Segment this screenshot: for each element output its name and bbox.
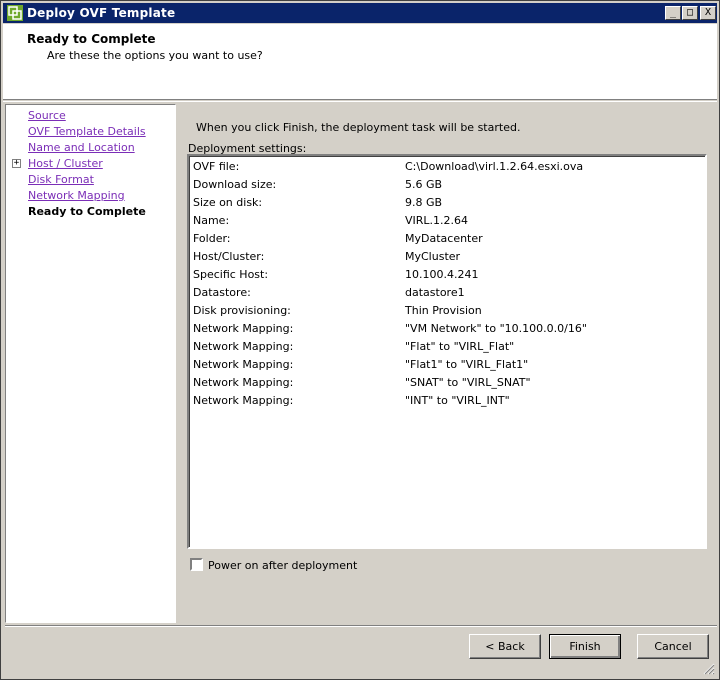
settings-row: Disk provisioning: Thin Provision bbox=[193, 302, 703, 320]
settings-value: VIRL.1.2.64 bbox=[405, 214, 469, 227]
settings-row: Network Mapping: "Flat" to "VIRL_Flat" bbox=[193, 338, 703, 356]
window-title: Deploy OVF Template bbox=[27, 6, 176, 20]
settings-value: Thin Provision bbox=[405, 304, 482, 317]
settings-value: datastore1 bbox=[405, 286, 465, 299]
wizard-steps-nav: Source OVF Template Details Name and Loc… bbox=[5, 104, 176, 623]
settings-value: "VM Network" to "10.100.0.0/16" bbox=[405, 322, 587, 335]
settings-key: Network Mapping: bbox=[193, 340, 294, 353]
nav-step-source[interactable]: Source bbox=[28, 109, 66, 122]
settings-row: Host/Cluster: MyCluster bbox=[193, 248, 703, 266]
settings-value: C:\Download\virl.1.2.64.esxi.ova bbox=[405, 160, 584, 173]
deployment-settings-list[interactable]: OVF file: C:\Download\virl.1.2.64.esxi.ov… bbox=[187, 154, 707, 549]
vsphere-client-icon bbox=[7, 5, 23, 21]
finish-button[interactable]: Finish bbox=[549, 634, 621, 659]
page-subtitle: Are these the options you want to use? bbox=[47, 49, 263, 62]
power-on-checkbox[interactable] bbox=[190, 558, 203, 571]
close-icon: X bbox=[704, 7, 712, 18]
page-title: Ready to Complete bbox=[27, 32, 156, 46]
title-bar[interactable]: Deploy OVF Template _ □ X bbox=[3, 3, 717, 23]
settings-row: Folder: MyDatacenter bbox=[193, 230, 703, 248]
deploy-ovf-window: Deploy OVF Template _ □ X Ready to Compl… bbox=[0, 0, 720, 680]
settings-key: Specific Host: bbox=[193, 268, 269, 281]
settings-key: Size on disk: bbox=[193, 196, 263, 209]
settings-key: Network Mapping: bbox=[193, 394, 294, 407]
minimize-button[interactable]: _ bbox=[665, 6, 681, 20]
maximize-icon: □ bbox=[686, 7, 694, 18]
settings-row: OVF file: C:\Download\virl.1.2.64.esxi.ov… bbox=[193, 158, 703, 176]
settings-value: MyCluster bbox=[405, 250, 461, 263]
resize-grip-icon[interactable] bbox=[703, 663, 715, 675]
settings-row: Network Mapping: "VM Network" to "10.100.… bbox=[193, 320, 703, 338]
settings-value: "Flat" to "VIRL_Flat" bbox=[405, 340, 515, 353]
nav-step-name-and-location[interactable]: Name and Location bbox=[28, 141, 135, 154]
settings-value: "SNAT" to "VIRL_SNAT" bbox=[405, 376, 531, 389]
settings-key: Network Mapping: bbox=[193, 376, 294, 389]
settings-row: Network Mapping: "INT" to "VIRL_INT" bbox=[193, 392, 703, 410]
settings-value: 9.8 GB bbox=[405, 196, 443, 209]
settings-value: MyDatacenter bbox=[405, 232, 483, 245]
settings-row: Network Mapping: "Flat1" to "VIRL_Flat1" bbox=[193, 356, 703, 374]
settings-row: Network Mapping: "SNAT" to "VIRL_SNAT" bbox=[193, 374, 703, 392]
minimize-icon: _ bbox=[669, 7, 677, 18]
nav-step-network-mapping[interactable]: Network Mapping bbox=[28, 189, 125, 202]
close-button[interactable]: X bbox=[700, 6, 716, 20]
cancel-button[interactable]: Cancel bbox=[637, 634, 709, 659]
intro-text: When you click Finish, the deployment ta… bbox=[196, 121, 521, 134]
settings-key: Network Mapping: bbox=[193, 322, 294, 335]
nav-step-host-cluster[interactable]: Host / Cluster bbox=[28, 157, 103, 170]
nav-step-disk-format[interactable]: Disk Format bbox=[28, 173, 94, 186]
nav-step-ready-to-complete: Ready to Complete bbox=[28, 205, 146, 218]
settings-key: Disk provisioning: bbox=[193, 304, 291, 317]
settings-key: Download size: bbox=[193, 178, 277, 191]
maximize-button[interactable]: □ bbox=[682, 6, 698, 20]
nav-step-ovf-template-details[interactable]: OVF Template Details bbox=[28, 125, 146, 138]
settings-key: Host/Cluster: bbox=[193, 250, 265, 263]
settings-row: Name: VIRL.1.2.64 bbox=[193, 212, 703, 230]
settings-row: Download size: 5.6 GB bbox=[193, 176, 703, 194]
settings-value: 5.6 GB bbox=[405, 178, 443, 191]
settings-row: Specific Host: 10.100.4.241 bbox=[193, 266, 703, 284]
settings-key: Datastore: bbox=[193, 286, 251, 299]
settings-key: OVF file: bbox=[193, 160, 240, 173]
settings-value: "Flat1" to "VIRL_Flat1" bbox=[405, 358, 529, 371]
settings-row: Size on disk: 9.8 GB bbox=[193, 194, 703, 212]
back-button[interactable]: < Back bbox=[469, 634, 541, 659]
settings-key: Folder: bbox=[193, 232, 231, 245]
settings-row: Datastore: datastore1 bbox=[193, 284, 703, 302]
header-divider bbox=[3, 101, 717, 102]
settings-key: Name: bbox=[193, 214, 230, 227]
settings-key: Network Mapping: bbox=[193, 358, 294, 371]
expand-plus-icon[interactable]: + bbox=[12, 159, 21, 168]
power-on-label[interactable]: Power on after deployment bbox=[208, 559, 357, 572]
footer-divider-highlight bbox=[5, 626, 717, 627]
wizard-header: Ready to Complete Are these the options … bbox=[3, 24, 717, 100]
settings-value: "INT" to "VIRL_INT" bbox=[405, 394, 510, 407]
settings-value: 10.100.4.241 bbox=[405, 268, 479, 281]
